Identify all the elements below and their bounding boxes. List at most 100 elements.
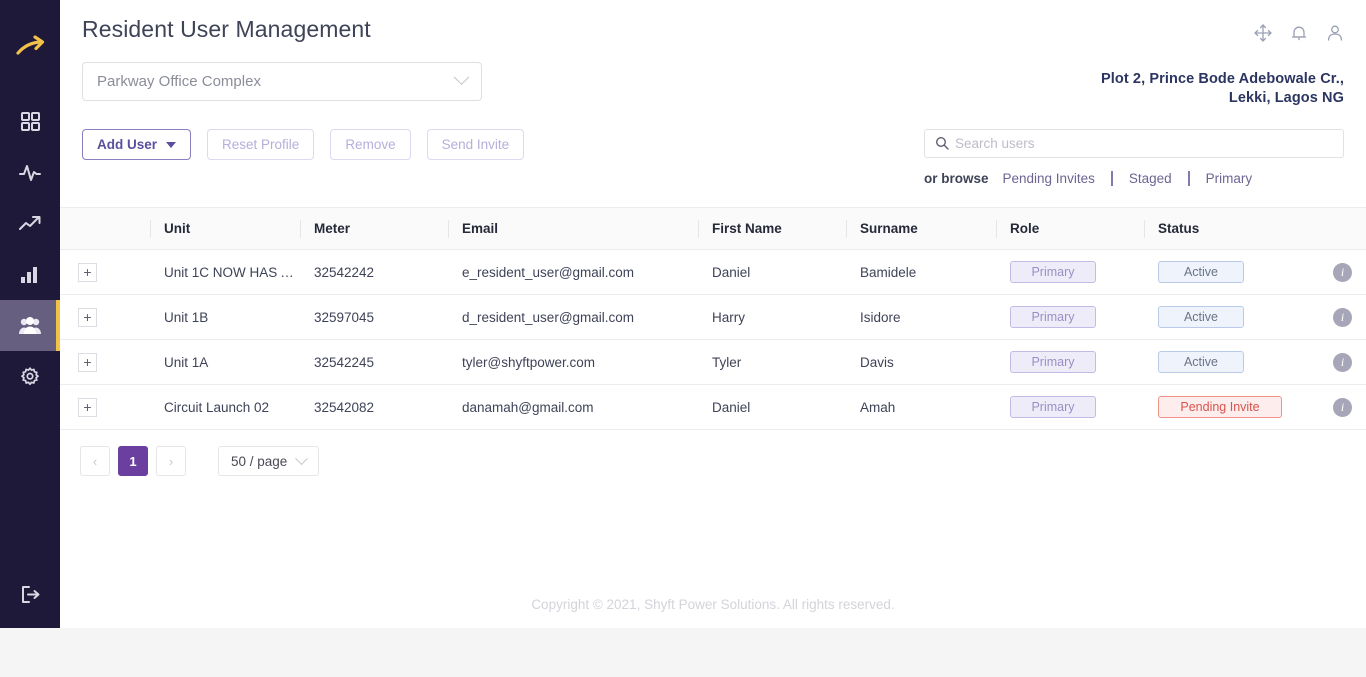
add-user-label: Add User: [97, 137, 158, 152]
page-size-select[interactable]: 50 / page: [218, 446, 320, 476]
table-head: Unit Meter Email First Name Surname Role…: [60, 207, 1366, 250]
page-title: Resident User Management: [82, 16, 371, 42]
browse-links: or browse Pending Invites Staged Primary: [924, 171, 1344, 186]
cell-role: Primary: [996, 294, 1144, 340]
info-icon[interactable]: i: [1333, 352, 1352, 372]
sidebar-item-dashboard[interactable]: [0, 96, 60, 147]
copyright-text: Copyright © 2021, Shyft Power Solutions.…: [531, 597, 895, 612]
status-badge: Pending Invite: [1158, 396, 1282, 418]
browse-link-staged[interactable]: Staged: [1129, 171, 1172, 186]
header-icon-group: [1254, 12, 1344, 42]
cell-surname: Bamidele: [846, 249, 996, 295]
cell-first-name: Daniel: [698, 384, 846, 430]
sidebar-item-settings[interactable]: [0, 351, 60, 402]
add-user-button[interactable]: Add User: [82, 129, 192, 160]
reset-profile-label: Reset Profile: [222, 137, 300, 152]
sidebar-logout-button[interactable]: [0, 570, 60, 618]
sidebar-logo[interactable]: [0, 0, 60, 96]
sidebar-item-trends[interactable]: [0, 198, 60, 249]
browse-link-pending-invites[interactable]: Pending Invites: [1003, 171, 1095, 186]
activity-pulse-icon: [19, 164, 41, 181]
pagination-prev-button[interactable]: ‹: [80, 446, 110, 476]
info-icon[interactable]: i: [1333, 397, 1352, 417]
send-invite-button[interactable]: Send Invite: [426, 129, 525, 160]
column-header-unit: Unit: [150, 207, 300, 250]
info-icon[interactable]: i: [1333, 307, 1352, 327]
column-header-role: Role: [996, 207, 1144, 250]
bell-notification-icon[interactable]: [1290, 24, 1308, 42]
sidebar-item-reports[interactable]: [0, 249, 60, 300]
content-panel: Resident User Management Parkway Office …: [60, 0, 1366, 628]
cell-expand: +: [60, 249, 150, 295]
cell-unit: Unit 1A: [150, 339, 300, 385]
app-root: Resident User Management Parkway Office …: [0, 0, 1366, 677]
role-badge: Primary: [1010, 306, 1096, 328]
table-row[interactable]: + Unit 1C NOW HAS A … 32542242 e_residen…: [60, 249, 1366, 295]
page-size-label: 50 / page: [231, 453, 288, 469]
sidebar-item-activity[interactable]: [0, 147, 60, 198]
info-icon[interactable]: i: [1333, 262, 1352, 282]
site-select-dropdown[interactable]: Parkway Office Complex: [82, 62, 482, 101]
cell-email: danamah@gmail.com: [448, 384, 698, 430]
cell-meter: 32542082: [300, 384, 448, 430]
role-badge: Primary: [1010, 396, 1096, 418]
column-header-meter: Meter: [300, 207, 448, 250]
cell-email: tyler@shyftpower.com: [448, 339, 698, 385]
browse-label: or browse: [924, 171, 989, 186]
address-line-1: Plot 2, Prince Bode Adebowale Cr.,: [1101, 71, 1344, 87]
cell-info: i: [1319, 249, 1366, 295]
table-row[interactable]: + Unit 1B 32597045 d_resident_user@gmail…: [60, 294, 1366, 340]
search-input[interactable]: [955, 130, 1337, 157]
cell-role: Primary: [996, 249, 1144, 295]
row-expand-button[interactable]: +: [78, 397, 97, 417]
cell-expand: +: [60, 339, 150, 385]
search-icon: [935, 136, 949, 150]
move-arrows-icon[interactable]: [1254, 24, 1272, 42]
cell-expand: +: [60, 294, 150, 340]
column-header-expand: [60, 207, 150, 250]
sidebar: [0, 0, 60, 628]
chevron-down-icon: [453, 69, 470, 86]
row-expand-button[interactable]: +: [78, 262, 97, 282]
cell-meter: 32542242: [300, 249, 448, 295]
cell-status: Pending Invite: [1144, 384, 1319, 430]
cell-unit: Unit 1C NOW HAS A …: [150, 249, 300, 295]
column-header-first-name: First Name: [698, 207, 846, 250]
browse-link-primary[interactable]: Primary: [1206, 171, 1253, 186]
cell-email: e_resident_user@gmail.com: [448, 249, 698, 295]
cell-info: i: [1319, 384, 1366, 430]
row-expand-button[interactable]: +: [78, 307, 97, 327]
cell-role: Primary: [996, 339, 1144, 385]
sidebar-item-users[interactable]: [0, 300, 60, 351]
browse-divider: [1110, 171, 1113, 186]
column-header-info: [1319, 207, 1366, 250]
pagination-next-button[interactable]: ›: [156, 446, 186, 476]
cell-status: Active: [1144, 249, 1319, 295]
row-expand-button[interactable]: +: [78, 352, 97, 372]
column-header-email: Email: [448, 207, 698, 250]
logout-icon: [21, 585, 39, 603]
site-select-value: Parkway Office Complex: [97, 73, 261, 90]
cell-surname: Davis: [846, 339, 996, 385]
grid-dashboard-icon: [20, 112, 40, 131]
pagination-page-1[interactable]: 1: [118, 446, 148, 476]
footer: Copyright © 2021, Shyft Power Solutions.…: [60, 597, 1366, 628]
table-row[interactable]: + Circuit Launch 02 32542082 danamah@gma…: [60, 384, 1366, 430]
trending-up-icon: [19, 215, 41, 230]
table-row[interactable]: + Unit 1A 32542245 tyler@shyftpower.com …: [60, 339, 1366, 385]
column-header-status: Status: [1144, 207, 1319, 250]
remove-button[interactable]: Remove: [330, 129, 411, 160]
bar-chart-icon: [21, 266, 37, 283]
arrow-right-logo-icon: [16, 35, 45, 55]
user-account-icon[interactable]: [1326, 24, 1344, 42]
cell-status: Active: [1144, 339, 1319, 385]
search-box[interactable]: [924, 129, 1344, 158]
reset-profile-button[interactable]: Reset Profile: [207, 129, 315, 160]
cell-surname: Isidore: [846, 294, 996, 340]
page-header: Resident User Management: [60, 0, 1366, 46]
browse-divider: [1187, 171, 1190, 186]
column-header-surname: Surname: [846, 207, 996, 250]
users-group-icon: [19, 316, 41, 334]
cell-info: i: [1319, 294, 1366, 340]
caret-down-icon: [166, 141, 177, 148]
